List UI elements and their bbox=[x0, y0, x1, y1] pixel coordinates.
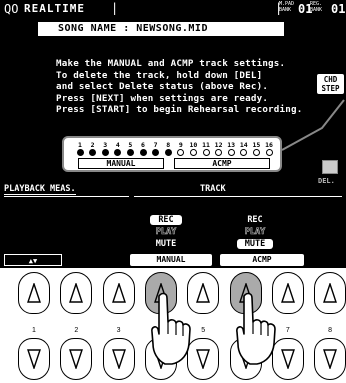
track-indicator bbox=[215, 149, 223, 156]
button-2-up[interactable] bbox=[60, 272, 93, 314]
button-8-down[interactable] bbox=[314, 338, 346, 380]
button-3-down[interactable] bbox=[102, 338, 135, 380]
divider bbox=[4, 196, 129, 197]
manual-play-option[interactable]: PLAY bbox=[150, 227, 182, 238]
divider bbox=[134, 196, 342, 197]
down-arrow-icon bbox=[196, 349, 211, 369]
track-number: 12 bbox=[214, 141, 223, 149]
manual-tab[interactable]: MANUAL bbox=[130, 254, 212, 266]
track-number: 3 bbox=[103, 141, 108, 149]
track-number: 11 bbox=[202, 141, 210, 149]
track-status-panel: 1 2 3 4 5 6 7 8 9 10 11 12 13 14 15 16 MANUAL ACMP bbox=[62, 136, 282, 172]
track-indicator bbox=[164, 149, 172, 156]
manual-mute-option[interactable]: MUTE bbox=[150, 239, 182, 249]
down-arrow-icon bbox=[111, 349, 126, 369]
track-number: 6 bbox=[141, 141, 145, 149]
track-indicator bbox=[202, 149, 210, 156]
up-arrow-icon bbox=[323, 283, 338, 303]
track-number: 1 bbox=[78, 141, 82, 149]
acmp-track-label: ACMP bbox=[174, 158, 270, 169]
acmp-play-option[interactable]: PLAY bbox=[237, 227, 273, 238]
button-3-up[interactable] bbox=[102, 272, 135, 314]
track-number: 4 bbox=[115, 141, 120, 149]
pointing-hand-icon bbox=[147, 292, 197, 370]
button-1-up[interactable] bbox=[18, 272, 50, 314]
up-arrow-icon bbox=[27, 283, 41, 303]
track-number: 2 bbox=[90, 141, 95, 149]
up-arrow-icon bbox=[69, 283, 84, 303]
track-numbers: 1 2 3 4 5 6 7 8 9 10 11 12 13 14 15 16 bbox=[74, 142, 278, 149]
button-number: 1 bbox=[32, 327, 36, 334]
button-number: 2 bbox=[74, 327, 79, 334]
down-arrow-icon bbox=[323, 349, 338, 369]
physical-buttons: 12345678 bbox=[0, 268, 346, 383]
track-number: 7 bbox=[153, 141, 158, 149]
up-arrow-icon bbox=[111, 283, 126, 303]
track-indicator bbox=[114, 149, 122, 156]
track-indicator bbox=[265, 149, 273, 156]
button-1-down[interactable] bbox=[18, 338, 50, 380]
track-indicator bbox=[101, 149, 109, 156]
delete-icon bbox=[322, 160, 338, 174]
track-indicator bbox=[252, 149, 260, 156]
track-header: TRACK bbox=[200, 184, 226, 194]
track-number: 16 bbox=[265, 141, 273, 149]
delete-label: DEL. bbox=[318, 177, 335, 185]
playback-meas-header: PLAYBACK MEAS. bbox=[4, 184, 76, 195]
button-8-up[interactable] bbox=[314, 272, 346, 314]
track-indicator bbox=[177, 149, 185, 156]
footer-bar: ▲▼ MANUAL ACMP bbox=[0, 253, 346, 267]
track-indicator bbox=[240, 149, 248, 156]
acmp-rec-option[interactable]: REC bbox=[237, 215, 273, 225]
manual-rec-option[interactable]: REC bbox=[150, 215, 182, 225]
scroll-arrows-button[interactable]: ▲▼ bbox=[4, 254, 62, 266]
manual-track-label: MANUAL bbox=[78, 158, 164, 169]
acmp-mute-option[interactable]: MUTE bbox=[237, 239, 273, 249]
track-indicator bbox=[89, 149, 97, 156]
pointing-hand-icon bbox=[232, 292, 282, 370]
button-number: 3 bbox=[116, 327, 121, 334]
track-indicator bbox=[126, 149, 134, 156]
down-arrow-icon bbox=[27, 349, 41, 369]
track-number: 5 bbox=[128, 141, 133, 149]
down-arrow-icon bbox=[280, 349, 295, 369]
track-indicator bbox=[227, 149, 235, 156]
up-arrow-icon bbox=[196, 283, 211, 303]
track-number: 10 bbox=[189, 141, 198, 149]
track-number: 8 bbox=[166, 141, 171, 149]
track-number: 14 bbox=[239, 141, 248, 149]
track-indicator bbox=[76, 149, 84, 156]
track-number: 9 bbox=[178, 141, 183, 149]
lcd-screen: QO REALTIME | | M.PAD BANK 01 REG. BANK … bbox=[0, 0, 346, 268]
track-indicator bbox=[189, 149, 197, 156]
track-indicator bbox=[152, 149, 160, 156]
acmp-tab[interactable]: ACMP bbox=[220, 254, 304, 266]
button-2-down[interactable] bbox=[60, 338, 93, 380]
track-indicator bbox=[139, 149, 147, 156]
up-arrow-icon bbox=[280, 283, 295, 303]
down-arrow-icon bbox=[69, 349, 84, 369]
track-indicators bbox=[74, 149, 278, 157]
track-number: 15 bbox=[252, 141, 261, 149]
button-number: 8 bbox=[328, 327, 333, 334]
track-number: 13 bbox=[227, 141, 236, 149]
